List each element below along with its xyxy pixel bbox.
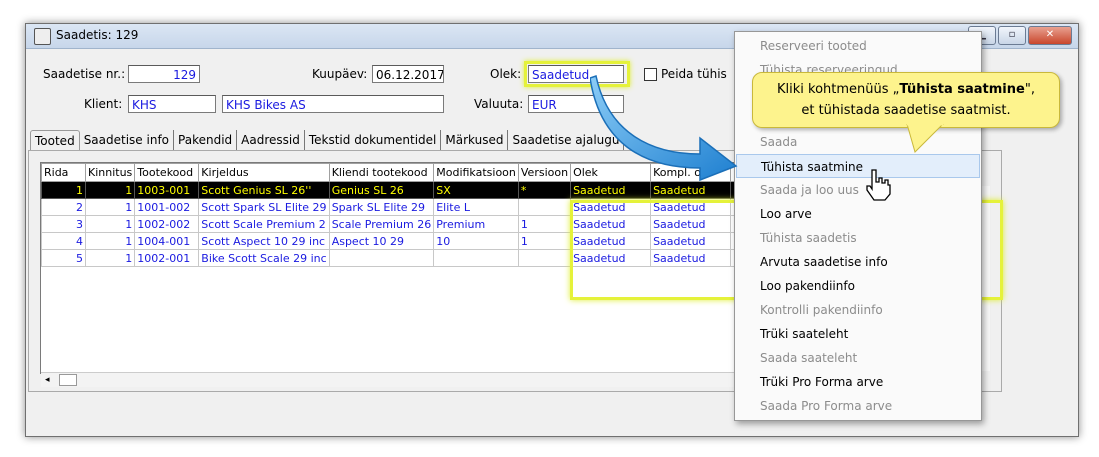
cell: 5 [41,249,86,267]
menu-item-create-pack[interactable]: Loo pakendiinfo [736,274,980,298]
close-icon[interactable]: ✕ [1028,26,1072,45]
col-versioon[interactable]: Versioon [517,163,572,182]
cell: Scott Genius SL 26'' [198,181,330,199]
shipment-nr-field[interactable]: 129 [128,65,200,83]
cell: 1 [41,181,86,199]
cell: Genius SL 26 [328,181,435,199]
cell: 1002-002 [134,215,200,233]
callout-tail [906,124,944,153]
col-kinnitus[interactable]: Kinnitus [84,163,136,182]
menu-item-send-proforma[interactable]: Saada Pro Forma arve [736,394,980,418]
cell: Scott Spark SL Elite 29 [198,198,330,216]
col-tootekood[interactable]: Tootekood [134,163,200,182]
cell: 1 [84,232,136,250]
menu-item-cancel-shipment[interactable]: Tühista saadetis [736,226,980,250]
cell: Scott Aspect 10 29 inc [198,232,330,250]
cell [517,249,572,267]
menu-item-check-pack[interactable]: Kontrolli pakendiinfo [736,298,980,322]
instruction-callout: Kliki kohtmenüüs „Tühista saatmine", et … [752,72,1060,128]
currency-label: Valuuta: [474,97,524,111]
tab-tooted[interactable]: Tooted [30,130,80,150]
tab-tekstid[interactable]: Tekstid dokumentidel [305,130,442,150]
hand-cursor-icon [866,169,891,201]
cell: Aspect 10 29 [328,232,435,250]
callout-text-post: ", [1024,82,1035,97]
cell: Premium [433,215,519,233]
callout-line-1: Kliki kohtmenüüs „Tühista saatmine", [753,79,1059,100]
menu-item-reserve[interactable]: Reserveeri tooted [736,34,980,58]
cell: Bike Scott Scale 29 inc [198,249,330,267]
cell: 1 [84,181,136,199]
window-title: Saadetis: 129 [56,28,139,42]
cell: Elite L [433,198,519,216]
cell: 1 [517,215,572,233]
cell: Saadetud [570,181,652,199]
cell: Scott Scale Premium 2 [198,215,330,233]
cell: 1002-001 [134,249,200,267]
cell: 2 [41,198,86,216]
window-buttons: ▁ ▫ ✕ [968,26,1072,45]
nr-label: Saadetise nr.: [43,67,126,81]
cell: 1 [84,198,136,216]
tab-bar: Tooted Saadetise info Pakendid Aadressid… [30,130,625,150]
menu-item-create-invoice[interactable]: Loo arve [736,202,980,226]
col-kirjeldus[interactable]: Kirjeldus [198,163,330,182]
cell: 1004-001 [134,232,200,250]
scroll-left-icon[interactable]: ◂ [45,375,50,385]
menu-item-print-slip[interactable]: Trüki saateleht [736,322,980,346]
menu-item-cancel-send[interactable]: Tühista saatmine [736,154,980,178]
tab-saadetise-info[interactable]: Saadetise info [80,130,175,150]
app-icon [34,28,51,45]
date-field[interactable]: 06.12.2017 [372,65,444,83]
scroll-thumb[interactable] [59,374,77,386]
callout-line-2: et tühistada saadetise saatmist. [801,103,1011,118]
menu-item-send-slip[interactable]: Saada saateleht [736,346,980,370]
cell [433,249,519,267]
col-rida[interactable]: Rida [41,163,86,182]
cell: SX [433,181,519,199]
cell: 10 [433,232,519,250]
status-label: Olek: [490,67,522,81]
cell [328,249,435,267]
client-code-field[interactable]: KHS [128,95,216,113]
cell: Scale Premium 26 [328,215,435,233]
tab-markused[interactable]: Märkused [441,130,509,150]
col-kliendi-tootekood[interactable]: Kliendi tootekood [328,163,435,182]
menu-item-send-new[interactable]: Saada ja loo uus [736,178,980,202]
cell [517,198,572,216]
callout-text-bold: Tühista saatmine [899,82,1025,97]
col-modifikatsioon[interactable]: Modifikatsioon [433,163,519,182]
client-label: Klient: [84,97,123,111]
cell: 1003-001 [134,181,200,199]
cell: Spark SL Elite 29 [328,198,435,216]
menu-item-print-proforma[interactable]: Trüki Pro Forma arve [736,370,980,394]
client-name-field[interactable]: KHS Bikes AS [222,95,444,113]
cell: 4 [41,232,86,250]
menu-item-calc-info[interactable]: Arvuta saadetise info [736,250,980,274]
cell: Saadetud [650,181,732,199]
cell: 3 [41,215,86,233]
cell: * [517,181,572,199]
tab-aadressid[interactable]: Aadressid [237,130,305,150]
maximize-icon[interactable]: ▫ [998,26,1026,45]
cell: 1001-002 [134,198,200,216]
cell: 1 [84,249,136,267]
date-label: Kuupäev: [312,67,368,81]
tab-pakendid[interactable]: Pakendid [174,130,238,150]
cell: 1 [84,215,136,233]
curved-arrow-icon [590,75,738,182]
callout-text-pre: Kliki kohtmenüüs „ [777,82,900,97]
cell: 1 [517,232,572,250]
